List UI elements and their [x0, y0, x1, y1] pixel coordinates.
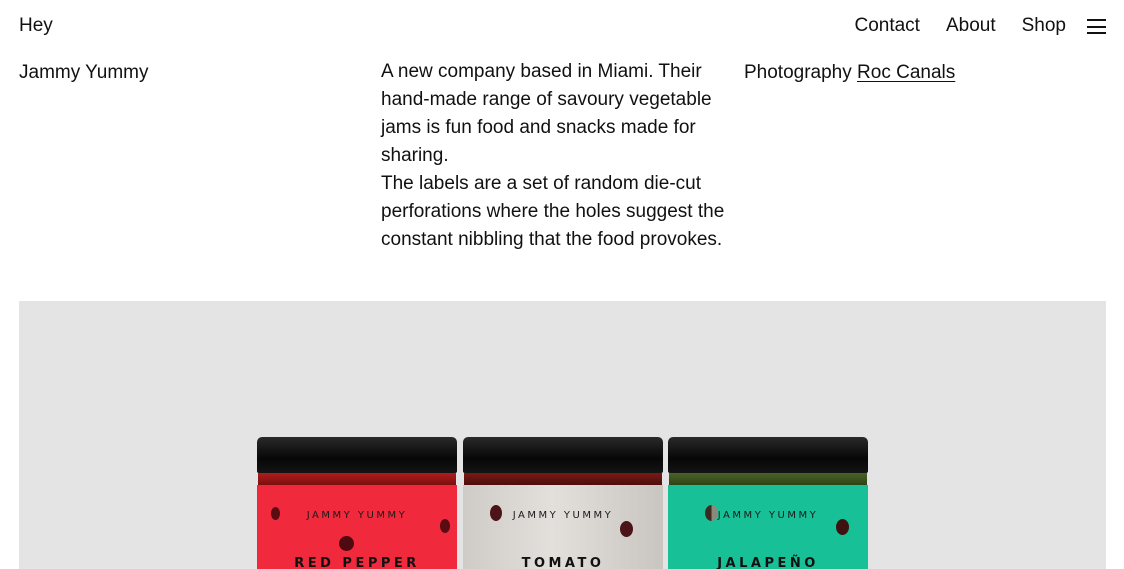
hero-image: JAMMY YUMMY RED PEPPER JAMMY YUMMY TOMAT… [19, 301, 1106, 569]
menu-bar [1087, 19, 1106, 21]
jar-lid [257, 437, 457, 473]
jar-label: JAMMY YUMMY TOMATO [463, 485, 663, 569]
project-title: Jammy Yummy [19, 62, 149, 83]
perforation-hole [490, 505, 502, 521]
nav-link-shop[interactable]: Shop [1022, 15, 1066, 37]
perforation-hole [836, 519, 849, 535]
jar-red-pepper: JAMMY YUMMY RED PEPPER [257, 437, 457, 569]
menu-bar [1087, 25, 1106, 28]
perforation-hole [339, 536, 354, 551]
photographer-link[interactable]: Roc Canals [857, 62, 955, 83]
description-paragraph: The labels are a set of random die-cut p… [381, 173, 725, 250]
jar-lid [668, 437, 868, 473]
jar-brand-text: JAMMY YUMMY [306, 510, 408, 521]
jar-product-text: TOMATO [521, 556, 605, 569]
jar-tomato: JAMMY YUMMY TOMATO [463, 437, 663, 569]
perforation-hole [705, 505, 718, 521]
jar-rim [669, 473, 867, 485]
jar-product-text: JALAPEÑO [717, 556, 819, 569]
project-description: A new company based in Miami. Their hand… [381, 58, 726, 254]
perforation-hole [440, 519, 450, 533]
jar-product-text: RED PEPPER [294, 556, 420, 569]
jar-rim [258, 473, 456, 485]
hamburger-menu-icon[interactable] [1087, 19, 1106, 34]
site-logo-link[interactable]: Hey [19, 15, 53, 37]
jar-jalapeno: JAMMY YUMMY JALAPEÑO [668, 437, 868, 569]
credit-label: Photography [744, 62, 852, 83]
top-navigation: Hey Contact About Shop [0, 0, 1124, 54]
perforation-hole [271, 507, 280, 520]
description-paragraph: A new company based in Miami. Their hand… [381, 61, 712, 166]
menu-bar [1087, 32, 1106, 34]
nav-link-about[interactable]: About [946, 15, 996, 37]
jar-lid [463, 437, 663, 473]
jar-label: JAMMY YUMMY RED PEPPER [257, 485, 457, 569]
jar-label: JAMMY YUMMY JALAPEÑO [668, 485, 868, 569]
jar-rim [464, 473, 662, 485]
photography-credit: Photography Roc Canals [744, 61, 955, 85]
perforation-hole [620, 521, 633, 537]
main-nav: Contact About Shop [854, 15, 1066, 37]
nav-link-contact[interactable]: Contact [854, 15, 919, 37]
